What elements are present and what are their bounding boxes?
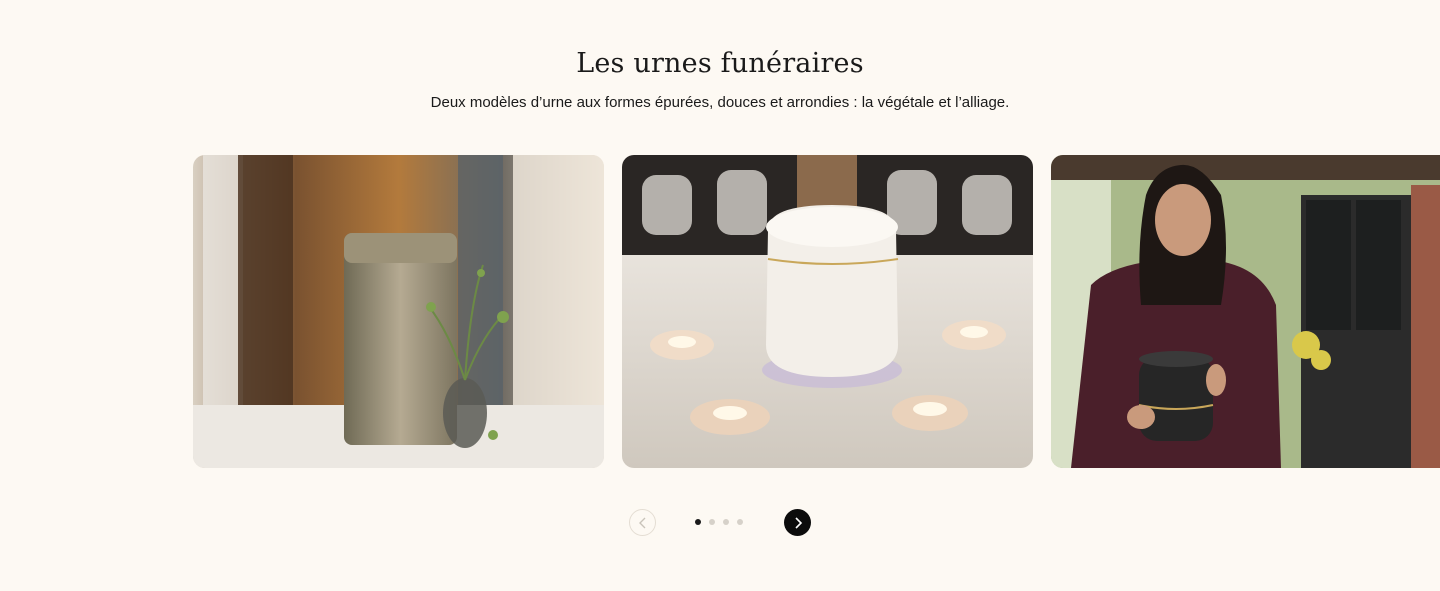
pagination-dot-1[interactable] — [695, 519, 701, 525]
carousel-controls — [0, 508, 1440, 538]
pagination-dot-3[interactable] — [723, 519, 729, 525]
next-slide-button[interactable] — [784, 509, 811, 536]
slide-urn-alliage[interactable] — [1051, 155, 1440, 468]
slide-urn-ceramique[interactable] — [622, 155, 1033, 468]
section-title: Les urnes funéraires — [576, 48, 864, 79]
slide-image — [622, 155, 1033, 468]
slide-image — [1051, 155, 1440, 468]
pagination-dot-2[interactable] — [709, 519, 715, 525]
section-subtitle: Deux modèles d’urne aux formes épurées, … — [430, 94, 1010, 111]
urn-carousel[interactable] — [193, 155, 1440, 468]
carousel-pagination — [695, 519, 743, 525]
chevron-right-icon — [794, 516, 802, 529]
pagination-dot-4[interactable] — [737, 519, 743, 525]
slide-urn-vegetale[interactable] — [193, 155, 604, 468]
slide-image — [193, 155, 604, 468]
previous-slide-button[interactable] — [629, 509, 656, 536]
chevron-left-icon — [638, 517, 645, 528]
